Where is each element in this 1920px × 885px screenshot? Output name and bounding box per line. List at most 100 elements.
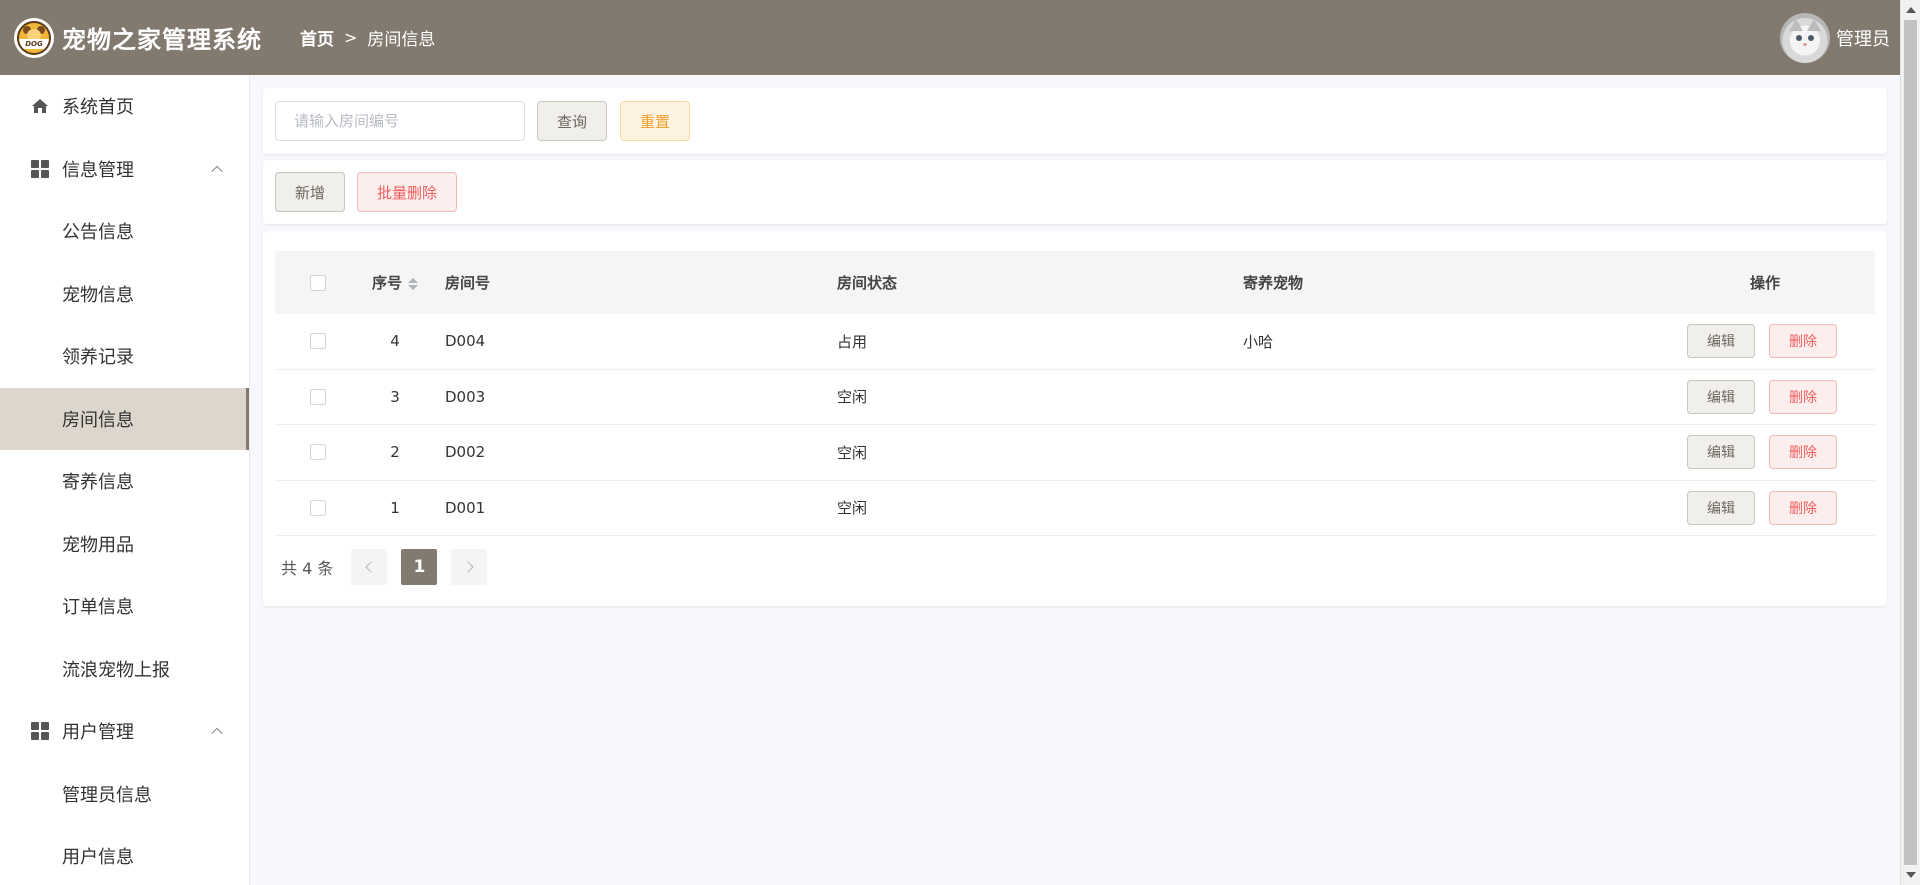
brand: DOG 宠物之家管理系统 bbox=[0, 17, 290, 58]
table-row: 2 D002 空闲 编辑 删除 bbox=[275, 425, 1875, 481]
scrollbar-thumb[interactable] bbox=[1904, 20, 1917, 865]
sidebar-item-label: 信息管理 bbox=[62, 159, 134, 181]
cell-no: 2 bbox=[390, 443, 400, 462]
sidebar: 系统首页 信息管理 公告信息 宠物信息 领养记录 房间信息 寄养信息 宠物用品 … bbox=[0, 75, 250, 885]
sidebar-item-label: 房间信息 bbox=[62, 409, 134, 431]
chevron-up-icon bbox=[211, 165, 223, 177]
delete-button[interactable]: 删除 bbox=[1769, 435, 1837, 470]
logo-text: DOG bbox=[19, 38, 49, 49]
user-menu[interactable]: 管理员 bbox=[1780, 0, 1890, 75]
sidebar-group-info[interactable]: 信息管理 bbox=[0, 138, 249, 201]
batch-delete-button[interactable]: 批量删除 bbox=[357, 172, 457, 212]
sidebar-item-pet[interactable]: 宠物信息 bbox=[0, 263, 249, 326]
chevron-right-icon bbox=[462, 561, 474, 573]
cell-room: D001 bbox=[445, 498, 486, 517]
edit-button[interactable]: 编辑 bbox=[1687, 324, 1755, 359]
edit-button[interactable]: 编辑 bbox=[1687, 379, 1755, 414]
cell-room: D002 bbox=[445, 443, 486, 462]
sidebar-item-label: 领养记录 bbox=[62, 347, 134, 369]
row-checkbox[interactable] bbox=[309, 333, 326, 350]
table-row: 4 D004 占用 小哈 编辑 删除 bbox=[275, 314, 1875, 370]
row-checkbox[interactable] bbox=[309, 444, 326, 461]
breadcrumb-current: 房间信息 bbox=[367, 30, 436, 50]
edit-button[interactable]: 编辑 bbox=[1687, 435, 1755, 470]
query-button[interactable]: 查询 bbox=[537, 101, 607, 141]
sidebar-item-adoption[interactable]: 领养记录 bbox=[0, 325, 249, 388]
cell-room: D003 bbox=[445, 387, 486, 406]
page-number-button[interactable]: 1 bbox=[401, 549, 438, 585]
sidebar-item-label: 寄养信息 bbox=[62, 472, 134, 494]
room-number-search-input[interactable] bbox=[275, 101, 525, 141]
reset-button[interactable]: 重置 bbox=[620, 101, 690, 141]
table-header: 序号 房间号 房间状态 寄养宠物 操作 bbox=[275, 251, 1875, 314]
sidebar-item-label: 宠物信息 bbox=[62, 284, 134, 306]
dog-logo-icon: DOG bbox=[14, 17, 54, 58]
page-scrollbar[interactable] bbox=[1900, 0, 1920, 885]
column-header-ops: 操作 bbox=[1749, 274, 1780, 292]
grid-icon bbox=[30, 722, 50, 741]
cell-no: 3 bbox=[390, 387, 400, 406]
sidebar-item-supplies[interactable]: 宠物用品 bbox=[0, 513, 249, 576]
sidebar-item-label: 用户信息 bbox=[62, 847, 134, 869]
sidebar-item-label: 用户管理 bbox=[62, 722, 134, 744]
home-icon bbox=[30, 97, 50, 115]
pagination: 共 4 条 1 bbox=[281, 549, 501, 585]
room-table: 序号 房间号 房间状态 寄养宠物 操作 4 D004 占用 小哈 编辑 删除 3… bbox=[275, 251, 1875, 536]
top-header: DOG 宠物之家管理系统 首页 > 房间信息 管理员 bbox=[0, 0, 1900, 75]
cell-status: 空闲 bbox=[837, 443, 868, 462]
column-header-status: 房间状态 bbox=[837, 274, 898, 292]
table-row: 1 D001 空闲 编辑 删除 bbox=[275, 481, 1875, 536]
breadcrumb-separator-icon: > bbox=[344, 28, 358, 47]
sidebar-item-notice[interactable]: 公告信息 bbox=[0, 200, 249, 263]
edit-button[interactable]: 编辑 bbox=[1687, 490, 1755, 525]
add-button[interactable]: 新增 bbox=[275, 172, 345, 212]
chevron-left-icon bbox=[365, 561, 377, 573]
row-checkbox[interactable] bbox=[309, 388, 326, 405]
cell-no: 1 bbox=[390, 498, 400, 517]
cell-room: D004 bbox=[445, 332, 486, 351]
chevron-up-icon bbox=[211, 727, 223, 740]
sidebar-item-label: 宠物用品 bbox=[62, 534, 134, 556]
sidebar-item-admins[interactable]: 管理员信息 bbox=[0, 763, 249, 826]
delete-button[interactable]: 删除 bbox=[1769, 379, 1837, 414]
sidebar-item-label: 系统首页 bbox=[62, 97, 134, 119]
grid-icon bbox=[30, 159, 50, 178]
column-header-no[interactable]: 序号 bbox=[360, 272, 430, 293]
avatar[interactable] bbox=[1780, 12, 1830, 63]
sidebar-item-label: 公告信息 bbox=[62, 222, 134, 244]
sidebar-item-boarding[interactable]: 寄养信息 bbox=[0, 450, 249, 513]
table-row: 3 D003 空闲 编辑 删除 bbox=[275, 370, 1875, 425]
select-all-checkbox[interactable] bbox=[309, 274, 326, 291]
breadcrumb: 首页 > 房间信息 bbox=[300, 25, 435, 50]
scroll-up-arrow-icon[interactable] bbox=[1906, 7, 1916, 13]
delete-button[interactable]: 删除 bbox=[1769, 490, 1837, 525]
column-header-room: 房间号 bbox=[445, 274, 491, 292]
prev-page-button[interactable] bbox=[351, 549, 388, 585]
sidebar-item-users[interactable]: 用户信息 bbox=[0, 825, 249, 885]
delete-button[interactable]: 删除 bbox=[1769, 324, 1837, 359]
cell-status: 空闲 bbox=[837, 388, 868, 407]
sidebar-item-stray-report[interactable]: 流浪宠物上报 bbox=[0, 638, 249, 701]
sidebar-group-users[interactable]: 用户管理 bbox=[0, 700, 249, 763]
pagination-total: 共 4 条 bbox=[281, 559, 334, 578]
sidebar-item-label: 流浪宠物上报 bbox=[62, 659, 170, 681]
sidebar-item-label: 订单信息 bbox=[62, 597, 134, 619]
next-page-button[interactable] bbox=[451, 549, 488, 585]
cell-status: 占用 bbox=[837, 332, 868, 351]
breadcrumb-home[interactable]: 首页 bbox=[300, 25, 334, 50]
cell-status: 空闲 bbox=[837, 499, 868, 518]
scroll-down-arrow-icon[interactable] bbox=[1906, 872, 1916, 878]
sidebar-item-orders[interactable]: 订单信息 bbox=[0, 575, 249, 638]
app-title: 宠物之家管理系统 bbox=[62, 26, 262, 54]
sidebar-item-room[interactable]: 房间信息 bbox=[0, 387, 249, 450]
sidebar-item-label: 管理员信息 bbox=[62, 784, 152, 806]
main-content: 查询 重置 新增 批量删除 序号 房间号 房间状态 寄养宠物 操作 4 D004… bbox=[250, 75, 1900, 885]
cell-pet: 小哈 bbox=[1243, 332, 1274, 351]
search-bar: 查询 重置 bbox=[263, 88, 1887, 154]
table-card: 序号 房间号 房间状态 寄养宠物 操作 4 D004 占用 小哈 编辑 删除 3… bbox=[263, 231, 1887, 606]
username[interactable]: 管理员 bbox=[1836, 25, 1890, 51]
cell-no: 4 bbox=[390, 332, 400, 351]
sidebar-item-home[interactable]: 系统首页 bbox=[0, 75, 249, 138]
sort-icon[interactable] bbox=[408, 277, 418, 290]
row-checkbox[interactable] bbox=[309, 499, 326, 516]
